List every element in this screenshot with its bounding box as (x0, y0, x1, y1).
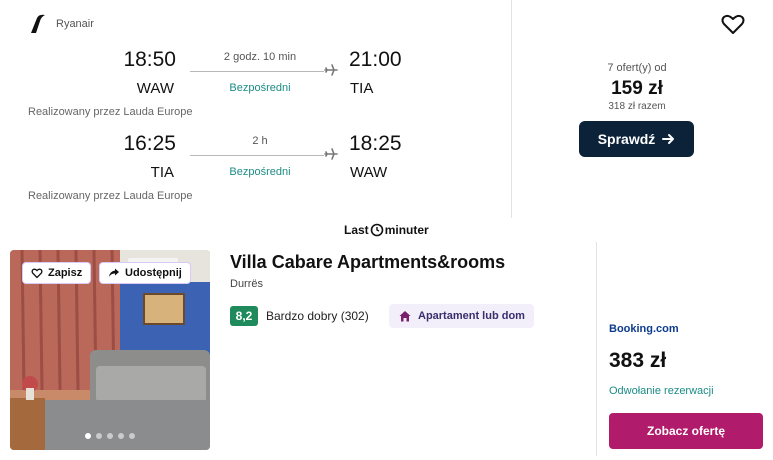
divider (596, 242, 597, 456)
accommodation-type-label: Apartament lub dom (418, 310, 525, 322)
arrival-time: 18:25 (349, 132, 402, 155)
check-button[interactable]: Sprawdź (579, 121, 694, 157)
booking-com-logo: Booking.com (609, 323, 679, 335)
departure-time: 16:25 (123, 132, 176, 155)
heart-outline-icon (31, 268, 43, 279)
carousel-dots[interactable] (10, 433, 210, 439)
share-arrow-icon (109, 268, 119, 277)
offers-count: 7 ofert(y) od (607, 62, 667, 74)
arrival-airport: WAW (350, 164, 388, 181)
hotel-photo[interactable]: Zapisz Udostępnij (10, 250, 210, 450)
save-button[interactable]: Zapisz (22, 262, 92, 284)
cancellation-label: Odwołanie rezerwacji (609, 385, 714, 397)
stops-label: Bezpośredni (229, 82, 291, 94)
operator-label: Realizowany przez Lauda Europe (28, 106, 193, 118)
carousel-dot[interactable] (129, 433, 135, 439)
rating-badge: 8,2 (230, 306, 258, 326)
share-button-label: Udostępnij (125, 267, 182, 279)
hotel-price: 383 zł (609, 349, 667, 372)
arrow-right-icon (662, 134, 675, 144)
flight-price: 159 zł (611, 78, 663, 99)
house-icon (399, 311, 411, 322)
share-button[interactable]: Udostępnij (99, 262, 191, 284)
lastminuter-logo: Last minuter (344, 220, 429, 240)
flight-total-price: 318 zł razem (608, 101, 666, 112)
airplane-icon (324, 64, 338, 76)
route-line (190, 71, 324, 72)
save-button-label: Zapisz (48, 267, 83, 279)
stops-label: Bezpośredni (229, 166, 291, 178)
flight-card[interactable]: Ryanair 18:50 WAW 2 godz. 10 min Bezpośr… (0, 0, 773, 218)
carousel-dot[interactable] (107, 433, 113, 439)
partner-name-left: Last (344, 223, 369, 237)
clock-icon (370, 223, 383, 237)
see-offer-button[interactable]: Zobacz ofertę (609, 413, 763, 449)
operator-label: Realizowany przez Lauda Europe (28, 190, 193, 202)
route-line (190, 155, 324, 156)
ryanair-logo-icon (31, 14, 45, 34)
airline-name: Ryanair (56, 18, 94, 30)
carousel-dot[interactable] (85, 433, 91, 439)
check-button-label: Sprawdź (597, 131, 656, 147)
return-leg: 16:25 TIA 2 h Bezpośredni 18:25 WAW Real… (0, 124, 512, 204)
flight-duration: 2 godz. 10 min (223, 51, 297, 63)
departure-airport: WAW (136, 80, 174, 97)
flight-duration: 2 h (252, 135, 268, 147)
outbound-leg: 18:50 WAW 2 godz. 10 min Bezpośredni 21:… (0, 40, 512, 120)
hotel-city: Durrës (230, 278, 264, 290)
rating-label: Bardzo dobry (302) (266, 309, 369, 323)
carousel-dot[interactable] (118, 433, 124, 439)
departure-time: 18:50 (123, 48, 176, 71)
arrival-airport: TIA (350, 80, 374, 97)
carousel-dot[interactable] (96, 433, 102, 439)
partner-name-right: minuter (384, 223, 429, 237)
hotel-name[interactable]: Villa Cabare Apartments&rooms (230, 252, 505, 273)
flight-price-panel: 7 ofert(y) od 159 zł 318 zł razem Sprawd… (512, 0, 773, 218)
departure-airport: TIA (150, 164, 174, 181)
airline: Ryanair (28, 14, 94, 34)
accommodation-type-chip: Apartament lub dom (389, 304, 534, 328)
arrival-time: 21:00 (349, 48, 402, 71)
heart-outline-icon[interactable] (720, 12, 746, 36)
hotel-card[interactable]: Zapisz Udostępnij Villa Cabare Apartment… (0, 240, 773, 460)
airplane-icon (324, 148, 338, 160)
